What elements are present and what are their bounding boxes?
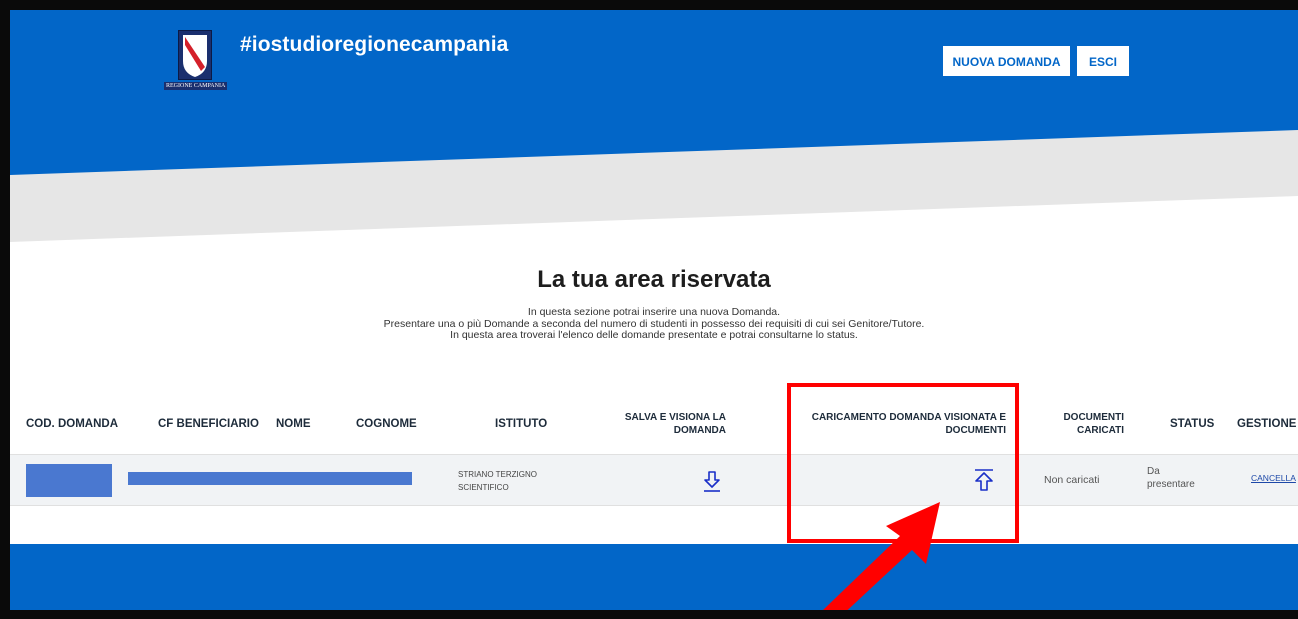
status-cell: Da presentare	[1147, 465, 1195, 491]
header-documenti-line-2: CARICATI	[1076, 425, 1124, 436]
screen-bezel-bottom	[0, 610, 1298, 619]
header-cod-domanda[interactable]: COD. DOMANDA	[26, 418, 118, 430]
header-nome[interactable]: NOME	[276, 418, 311, 430]
header-cf-beneficiario[interactable]: CF BENEFICIARIO	[158, 418, 259, 430]
status-line-2: presentare	[1147, 479, 1195, 490]
documenti-caricati-cell: Non caricati	[1044, 474, 1100, 486]
istituto-line-1: STRIANO TERZIGNO	[458, 470, 537, 479]
header-salva-line-2: DOMANDA	[673, 425, 726, 436]
istituto-line-2: SCIENTIFICO	[458, 483, 509, 492]
header-salva-visiona[interactable]: SALVA E VISIONA LA DOMANDA	[620, 411, 726, 437]
header-istituto[interactable]: ISTITUTO	[495, 418, 547, 430]
site-footer	[10, 544, 1298, 610]
annotation-arrow-icon	[822, 502, 940, 619]
cancel-link[interactable]: CANCELLA	[1251, 473, 1296, 483]
redacted-cod-domanda	[26, 464, 112, 497]
coat-of-arms-icon	[178, 30, 212, 80]
screen-bezel-left	[0, 0, 10, 619]
header-documenti-line-1: DOCUMENTI	[1063, 412, 1124, 423]
regione-campania-logo[interactable]: REGIONE CAMPANIA	[164, 30, 250, 92]
status-line-1: Da	[1147, 466, 1160, 477]
logo-caption: REGIONE CAMPANIA	[164, 82, 228, 90]
redacted-beneficiary-details	[128, 472, 412, 485]
header-gestione[interactable]: GESTIONE	[1237, 418, 1296, 430]
istituto-cell: STRIANO TERZIGNO SCIENTIFICO	[458, 468, 537, 494]
download-arrow-icon[interactable]	[702, 470, 722, 494]
intro-text: In questa sezione potrai inserire una nu…	[10, 306, 1298, 342]
new-application-button[interactable]: NUOVA DOMANDA	[943, 46, 1070, 76]
header-salva-line-1: SALVA E VISIONA LA	[624, 412, 726, 423]
intro-line-3: In questa area troverai l'elenco delle d…	[450, 329, 858, 341]
site-brand-title[interactable]: #iostudioregionecampania	[240, 33, 508, 57]
intro-line-1: In questa sezione potrai inserire una nu…	[527, 306, 781, 318]
screen-bezel-top	[0, 0, 1298, 10]
exit-button[interactable]: ESCI	[1077, 46, 1129, 76]
page-title: La tua area riservata	[537, 266, 771, 293]
header-documenti-caricati[interactable]: DOCUMENTI CARICATI	[1052, 411, 1124, 437]
header-status[interactable]: STATUS	[1170, 418, 1214, 430]
header-cognome[interactable]: COGNOME	[356, 418, 417, 430]
page-frame: REGIONE CAMPANIA #iostudioregionecampani…	[0, 0, 1298, 619]
